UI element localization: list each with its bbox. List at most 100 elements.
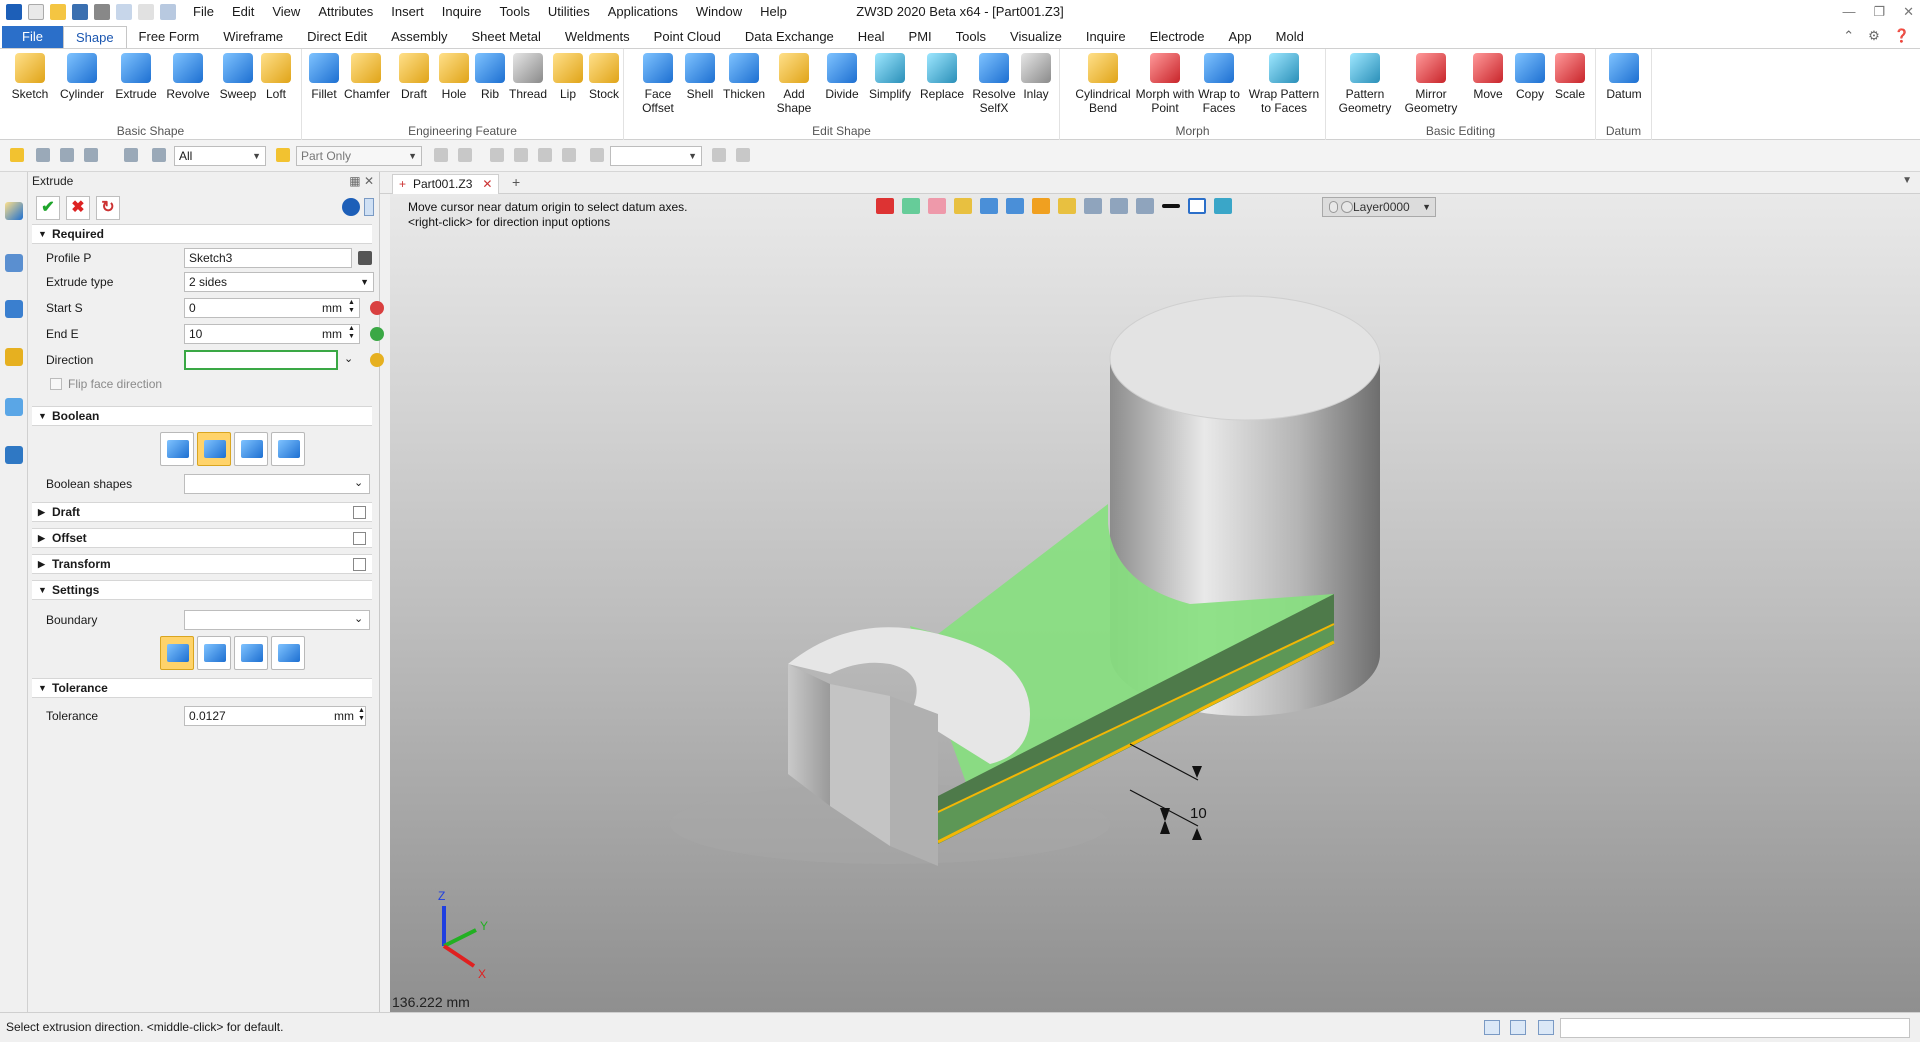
section-draft[interactable]: ▶ Draft	[32, 502, 372, 522]
link-icon[interactable]	[736, 148, 750, 162]
tab-direct-edit[interactable]: Direct Edit	[295, 26, 379, 48]
resolve-selfx-button[interactable]: Resolve SelfX	[972, 53, 1016, 115]
view-icon[interactable]	[5, 398, 23, 416]
tab-heal[interactable]: Heal	[846, 26, 897, 48]
tab-mold[interactable]: Mold	[1264, 26, 1316, 48]
tab-list-icon[interactable]: ▼	[1902, 175, 1912, 186]
offset-checkbox[interactable]	[353, 532, 366, 545]
simplify-button[interactable]: Simplify	[868, 53, 912, 101]
ok-button[interactable]: ✔	[36, 196, 60, 220]
boolean-add-button[interactable]	[197, 432, 231, 466]
menu-attributes[interactable]: Attributes	[309, 0, 382, 24]
boolean-intersect-button[interactable]	[271, 432, 305, 466]
menu-help[interactable]: Help	[751, 0, 796, 24]
boundary-input[interactable]	[184, 610, 370, 630]
move-button[interactable]: Move	[1466, 53, 1510, 101]
section-boolean[interactable]: ▼ Boolean	[32, 406, 372, 426]
expand-double-chevron-icon[interactable]: ⌄	[354, 476, 363, 489]
extrude-type-select[interactable]: 2 sides ▼	[184, 272, 374, 292]
tab-data-exchange[interactable]: Data Exchange	[733, 26, 846, 48]
collapse-ribbon-icon[interactable]: ⌃	[1843, 28, 1854, 44]
expand-double-chevron-icon[interactable]: ⌄	[344, 352, 353, 365]
undo-icon[interactable]	[116, 4, 132, 20]
pick-cursor-icon[interactable]	[10, 148, 24, 162]
flip-checkbox[interactable]	[50, 378, 62, 390]
tab-point-cloud[interactable]: Point Cloud	[642, 26, 733, 48]
panel-pin-close-icon[interactable]: ▦ ✕	[349, 172, 374, 190]
filter-select[interactable]: All ▼	[174, 146, 266, 166]
profile-field[interactable]: Sketch3	[184, 248, 352, 268]
end-options-icon[interactable]	[370, 327, 384, 341]
tab-inquire[interactable]: Inquire	[1074, 26, 1138, 48]
dimension-label[interactable]: 10	[1190, 805, 1207, 822]
sketch-button[interactable]: Sketch	[8, 53, 52, 101]
loft-button[interactable]: Loft	[254, 53, 298, 101]
menu-applications[interactable]: Applications	[599, 0, 687, 24]
box-select-icon[interactable]	[152, 148, 166, 162]
stock-button[interactable]: Stock	[582, 53, 626, 101]
tab-sheet-metal[interactable]: Sheet Metal	[460, 26, 553, 48]
datum-button[interactable]: Datum	[1602, 53, 1646, 101]
replace-button[interactable]: Replace	[920, 53, 964, 101]
chamfer-button[interactable]: Chamfer	[344, 53, 390, 101]
boolean-remove-button[interactable]	[234, 432, 268, 466]
3d-viewport[interactable]: Move cursor near datum origin to select …	[390, 194, 1920, 1012]
document-tab[interactable]: + Part001.Z3 ✕	[392, 174, 500, 194]
scale-button[interactable]: Scale	[1548, 53, 1592, 101]
copy-button[interactable]: Copy	[1508, 53, 1552, 101]
start-spinner[interactable]: ▲ ▼	[348, 299, 355, 315]
history-icon[interactable]	[590, 148, 604, 162]
wrap-to-faces-button[interactable]: Wrap to Faces	[1192, 53, 1246, 115]
thicken-button[interactable]: Thicken	[722, 53, 766, 101]
draft-checkbox[interactable]	[353, 506, 366, 519]
layout-icon[interactable]	[1484, 1020, 1500, 1035]
setting-option-4-button[interactable]	[271, 636, 305, 670]
revolve-button[interactable]: Revolve	[166, 53, 210, 101]
mirror-geometry-button[interactable]: Mirror Geometry	[1398, 53, 1464, 115]
inlay-button[interactable]: Inlay	[1014, 53, 1058, 101]
pattern-geometry-button[interactable]: Pattern Geometry	[1332, 53, 1398, 115]
redo-icon[interactable]	[138, 4, 154, 20]
cancel-button[interactable]: ✖	[66, 196, 90, 220]
display-icon[interactable]	[1510, 1020, 1526, 1035]
grid-icon[interactable]	[84, 148, 98, 162]
menu-inquire[interactable]: Inquire	[433, 0, 491, 24]
divide-button[interactable]: Divide	[820, 53, 864, 101]
thread-button[interactable]: Thread	[506, 53, 550, 101]
drag-handle-arrow[interactable]	[1160, 808, 1170, 834]
menu-window[interactable]: Window	[687, 0, 751, 24]
scope-select[interactable]: Part Only ▼	[296, 146, 422, 166]
add-shape-button[interactable]: Add Shape	[772, 53, 816, 115]
restore-icon[interactable]: ❐	[1873, 0, 1885, 24]
print-icon[interactable]	[94, 4, 110, 20]
info-icon[interactable]	[342, 198, 360, 216]
measure-icon[interactable]	[712, 148, 726, 162]
boolean-base-button[interactable]	[160, 432, 194, 466]
tab-file[interactable]: File	[2, 26, 63, 48]
filter-icon[interactable]	[36, 148, 50, 162]
part-filter-icon[interactable]	[276, 148, 290, 162]
menu-insert[interactable]: Insert	[382, 0, 433, 24]
apply-button[interactable]: ↻	[96, 196, 120, 220]
menu-file[interactable]: File	[184, 0, 223, 24]
setting-option-2-button[interactable]	[197, 636, 231, 670]
wrap-pattern-to-faces-button[interactable]: Wrap Pattern to Faces	[1244, 53, 1324, 115]
tab-free-form[interactable]: Free Form	[127, 26, 212, 48]
shell-button[interactable]: Shell	[678, 53, 722, 101]
align-center-icon[interactable]	[514, 148, 528, 162]
start-options-icon[interactable]	[370, 301, 384, 315]
refresh-icon[interactable]	[160, 4, 176, 20]
tab-visualize[interactable]: Visualize	[998, 26, 1074, 48]
fillet-button[interactable]: Fillet	[302, 53, 346, 101]
align-right-icon[interactable]	[538, 148, 552, 162]
tab-app[interactable]: App	[1217, 26, 1264, 48]
boolean-shapes-input[interactable]	[184, 474, 370, 494]
morph-with-point-button[interactable]: Morph with Point	[1132, 53, 1198, 115]
command-input[interactable]	[1560, 1018, 1910, 1038]
circle-select-icon[interactable]	[124, 148, 138, 162]
save-icon[interactable]	[72, 4, 88, 20]
tab-weldments[interactable]: Weldments	[553, 26, 642, 48]
assembly-tree-icon[interactable]	[5, 300, 23, 318]
section-tolerance[interactable]: ▼ Tolerance	[32, 678, 372, 698]
align-bottom-icon[interactable]	[562, 148, 576, 162]
